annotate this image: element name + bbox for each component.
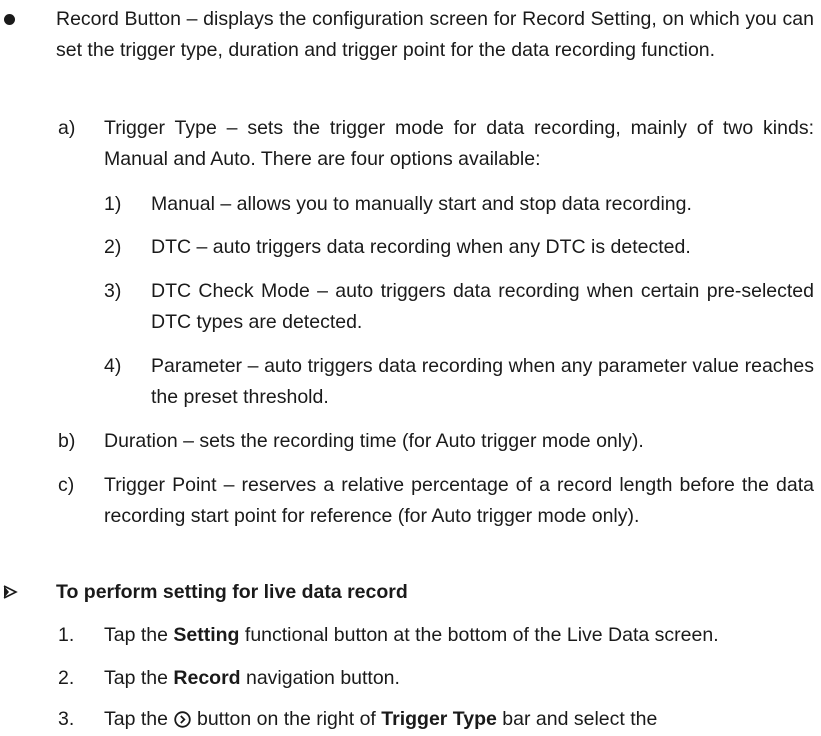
- record-label: Record: [173, 667, 241, 689]
- arrowhead-icon: [3, 585, 18, 599]
- sub-item-text: Trigger Type – sets the trigger mode for…: [104, 117, 814, 170]
- sub-item-duration: b) Duration – sets the recording time (f…: [0, 426, 821, 458]
- step-text: Tap the button on the right of Trigger Ty…: [104, 708, 658, 730]
- sub-item-marker: c): [58, 474, 75, 496]
- circle-chevron-right-icon: [174, 711, 191, 728]
- sub-item-trigger-point: c) Trigger Point – reserves a relative p…: [0, 470, 821, 566]
- step-text: Tap the Setting functional button at the…: [104, 624, 719, 646]
- option-text: DTC – auto triggers data recording when …: [151, 236, 691, 258]
- procedure-heading-row: To perform setting for live data record: [0, 577, 821, 609]
- option-marker: 3): [104, 280, 122, 302]
- sub-item-text: Duration – sets the recording time (for …: [104, 430, 644, 452]
- step-marker: 3.: [58, 708, 75, 730]
- trigger-option: 2) DTC – auto triggers data recording wh…: [0, 232, 821, 264]
- trigger-option: 3) DTC Check Mode – auto triggers data r…: [0, 276, 821, 340]
- record-button-description: Record Button – displays the configurati…: [56, 8, 814, 61]
- option-text: Parameter – auto triggers data recording…: [151, 355, 814, 408]
- trigger-option: 4) Parameter – auto triggers data record…: [0, 351, 821, 415]
- trigger-option: 1) Manual – allows you to manually start…: [0, 189, 821, 221]
- step-marker: 2.: [58, 667, 75, 689]
- step-marker: 1.: [58, 624, 75, 646]
- procedure-step: 3. Tap the button on the right of Trigger…: [0, 704, 821, 736]
- procedure-step: 2. Tap the Record navigation button.: [0, 663, 821, 695]
- option-marker: 2): [104, 236, 122, 258]
- sub-item-marker: b): [58, 430, 76, 452]
- trigger-type-label: Trigger Type: [381, 708, 497, 730]
- sub-item-text: Trigger Point – reserves a relative perc…: [104, 474, 814, 527]
- bullet-icon: [4, 14, 15, 25]
- sub-item-marker: a): [58, 117, 76, 139]
- sub-item-trigger-type: a) Trigger Type – sets the trigger mode …: [0, 113, 821, 177]
- document-page: Record Button – displays the configurati…: [0, 0, 821, 734]
- option-text: DTC Check Mode – auto triggers data reco…: [151, 280, 814, 333]
- option-text: Manual – allows you to manually start an…: [151, 193, 692, 215]
- option-marker: 4): [104, 355, 122, 377]
- option-marker: 1): [104, 193, 122, 215]
- setting-label: Setting: [173, 624, 240, 646]
- step-text: Tap the Record navigation button.: [104, 667, 400, 689]
- record-button-bullet: Record Button – displays the configurati…: [0, 4, 821, 100]
- procedure-heading: To perform setting for live data record: [56, 581, 408, 603]
